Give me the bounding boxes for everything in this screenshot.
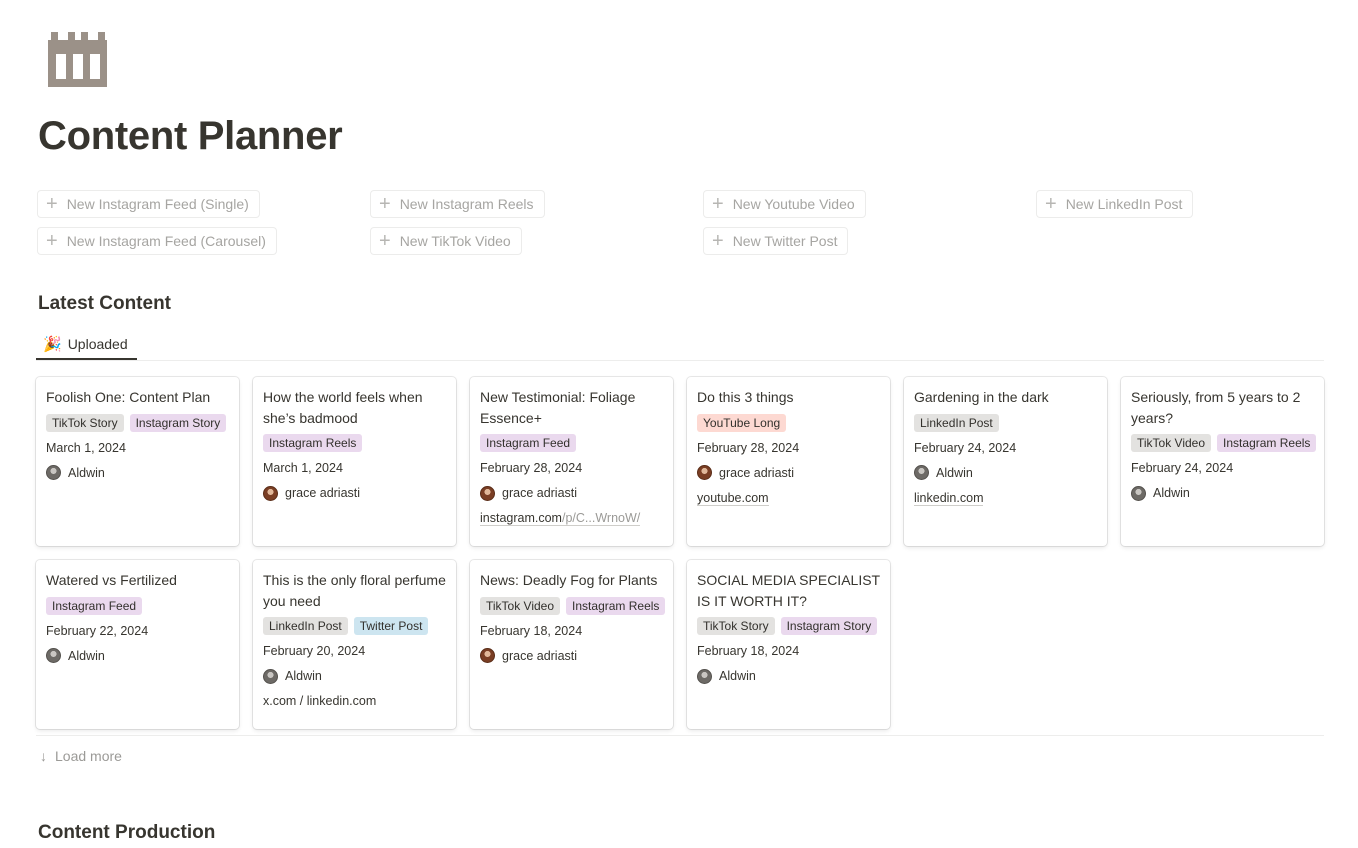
new-instagram-feed-carousel-button[interactable]: + New Instagram Feed (Carousel)	[37, 227, 277, 255]
assignee: Aldwin	[46, 647, 229, 665]
platform-tag: Instagram Feed	[480, 434, 577, 452]
avatar	[697, 465, 712, 480]
content-card[interactable]: SOCIAL MEDIA SPECIALIST IS IT WORTH IT? …	[687, 560, 890, 729]
content-card[interactable]: New Testimonial: Foliage Essence+ Instag…	[470, 377, 673, 546]
platform-tag: Instagram Story	[129, 413, 227, 432]
content-card[interactable]: Foolish One: Content Plan TikTok Story I…	[36, 377, 239, 546]
tab-uploaded[interactable]: 🎉 Uploaded	[36, 329, 137, 360]
assignee: Aldwin	[1131, 484, 1314, 502]
new-instagram-feed-single-button[interactable]: + New Instagram Feed (Single)	[37, 190, 260, 218]
card-title: SOCIAL MEDIA SPECIALIST IS IT WORTH IT?	[697, 572, 880, 609]
assignee: grace adriasti	[697, 464, 880, 482]
plus-icon: +	[1045, 193, 1057, 215]
card-date: February 28, 2024	[697, 440, 800, 455]
platform-tag: Instagram Reels	[1217, 434, 1317, 452]
plus-icon: +	[712, 193, 724, 215]
platform-tag: YouTube Long	[697, 413, 787, 432]
card-date: February 22, 2024	[46, 623, 149, 638]
card-title: This is the only floral perfume you need	[263, 572, 446, 609]
card-title: New Testimonial: Foliage Essence+	[480, 389, 636, 426]
assignee: Aldwin	[46, 464, 229, 482]
avatar	[1131, 485, 1146, 501]
assignee: grace adriasti	[480, 647, 663, 665]
latest-content-heading: Latest Content	[38, 293, 171, 314]
card-title: Foolish One: Content Plan	[46, 389, 211, 405]
divider	[36, 360, 1324, 361]
card-date: February 24, 2024	[914, 440, 1017, 455]
content-production-heading: Content Production	[38, 822, 216, 843]
card-title: Do this 3 things	[697, 389, 794, 405]
card-title: Seriously, from 5 years to 2 years?	[1131, 389, 1301, 426]
card-title: How the world feels when she’s badmood	[263, 389, 423, 426]
platform-tag: Instagram Reels	[263, 434, 363, 452]
platform-tag: LinkedIn Post	[914, 413, 999, 432]
new-tiktok-video-button[interactable]: + New TikTok Video	[370, 227, 522, 255]
arrow-down-icon: ↓	[40, 748, 47, 764]
avatar	[46, 648, 61, 663]
card-date: March 1, 2024	[46, 440, 126, 455]
platform-tag: TikTok Video	[1131, 434, 1212, 452]
new-youtube-video-button[interactable]: + New Youtube Video	[703, 190, 866, 218]
platform-tag: TikTok Story	[697, 617, 775, 635]
assignee: Aldwin	[914, 464, 1097, 482]
avatar	[263, 485, 278, 501]
plus-icon: +	[46, 230, 58, 252]
avatar	[480, 485, 495, 501]
card-link[interactable]: linkedin.com	[914, 489, 1097, 507]
card-link[interactable]: x.com / linkedin.com	[263, 692, 446, 710]
avatar	[263, 668, 278, 684]
plus-icon: +	[46, 193, 58, 215]
card-title: Watered vs Fertilized	[46, 572, 177, 588]
avatar	[480, 648, 495, 663]
platform-tag: TikTok Story	[46, 413, 124, 432]
platform-tag: Instagram Feed	[46, 596, 143, 615]
card-date: February 24, 2024	[1131, 461, 1234, 475]
calendar-icon[interactable]	[47, 30, 109, 88]
card-title: Gardening in the dark	[914, 389, 1049, 405]
new-linkedin-post-button[interactable]: + New LinkedIn Post	[1036, 190, 1194, 218]
card-date: February 20, 2024	[263, 644, 366, 658]
content-card[interactable]: How the world feels when she’s badmood I…	[253, 377, 456, 546]
load-more-button[interactable]: ↓ Load more	[40, 746, 122, 766]
card-date: February 28, 2024	[480, 461, 583, 475]
assignee: Aldwin	[697, 667, 880, 685]
assignee: Aldwin	[263, 667, 446, 685]
content-card[interactable]: News: Deadly Fog for Plants TikTok Video…	[470, 560, 673, 729]
content-card[interactable]: Gardening in the dark LinkedIn Post Febr…	[904, 377, 1107, 546]
card-date: February 18, 2024	[697, 644, 800, 658]
avatar	[46, 465, 61, 480]
assignee: grace adriasti	[480, 484, 663, 502]
card-date: February 18, 2024	[480, 623, 583, 638]
content-card[interactable]: Do this 3 things YouTube Long February 2…	[687, 377, 890, 546]
card-date: March 1, 2024	[263, 461, 343, 475]
plus-icon: +	[712, 230, 724, 252]
new-twitter-post-button[interactable]: + New Twitter Post	[703, 227, 849, 255]
platform-tag: Twitter Post	[353, 617, 429, 635]
divider	[36, 735, 1324, 736]
content-card[interactable]: This is the only floral perfume you need…	[253, 560, 456, 729]
plus-icon: +	[379, 230, 391, 252]
card-link[interactable]: instagram.com/p/C...WrnoW/	[480, 509, 663, 527]
avatar	[697, 668, 712, 684]
content-card[interactable]: Seriously, from 5 years to 2 years? TikT…	[1121, 377, 1324, 546]
card-title: News: Deadly Fog for Plants	[480, 572, 658, 588]
platform-tag: Instagram Reels	[566, 596, 666, 615]
page-title: Content Planner	[38, 114, 343, 158]
assignee: grace adriasti	[263, 484, 446, 502]
platform-tag: Instagram Story	[780, 617, 878, 635]
content-card[interactable]: Watered vs Fertilized Instagram Feed Feb…	[36, 560, 239, 729]
plus-icon: +	[379, 193, 391, 215]
new-instagram-reels-button[interactable]: + New Instagram Reels	[370, 190, 545, 218]
party-popper-icon: 🎉	[43, 335, 62, 353]
platform-tag: TikTok Video	[480, 596, 561, 615]
platform-tag: LinkedIn Post	[263, 617, 348, 635]
card-link[interactable]: youtube.com	[697, 489, 880, 507]
avatar	[914, 465, 929, 480]
